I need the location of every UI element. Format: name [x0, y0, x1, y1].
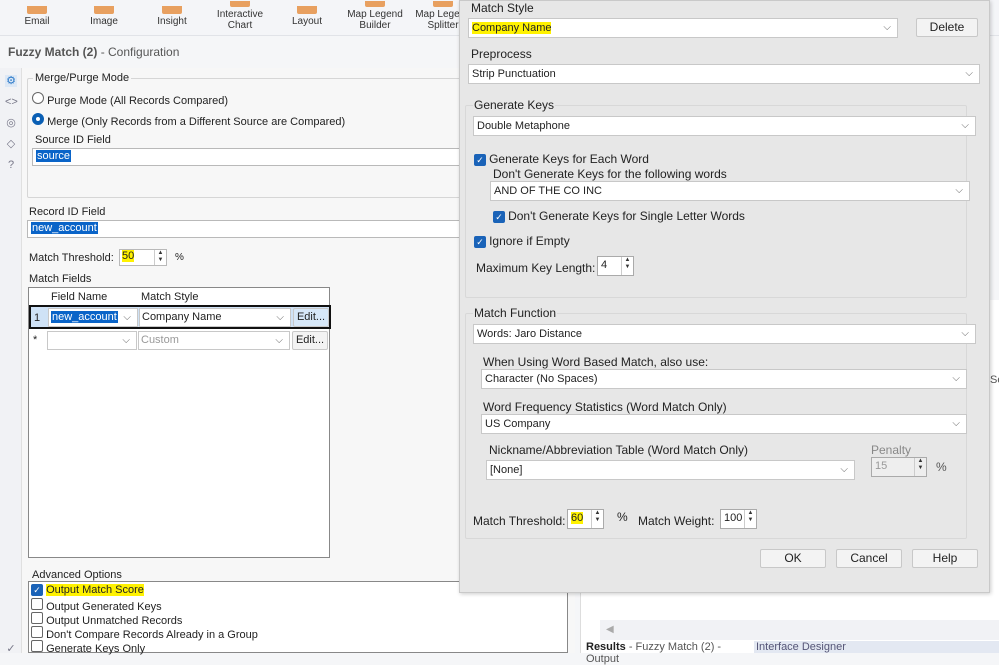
word-based-select[interactable]: Character (No Spaces) ⌵	[481, 369, 967, 389]
chevron-down-icon: ⌵	[840, 464, 848, 475]
record-id-label: Record ID Field	[29, 206, 106, 218]
tool-image[interactable]: Image	[69, 6, 139, 27]
match-style-dialog: Match Style Company Name ⌵ Delete Preproc…	[459, 0, 990, 593]
match-function-select[interactable]: Words: Jaro Distance ⌵	[473, 324, 976, 344]
skip-words-select[interactable]: AND OF THE CO INC ⌵	[490, 181, 970, 201]
generate-keys-label: Generate Keys	[473, 98, 556, 112]
penalty-stepper[interactable]: 15 ▲ ▼	[871, 457, 927, 477]
option-dont-compare-grouped[interactable]: Don't Compare Records Already in a Group	[31, 626, 258, 641]
match-style-select[interactable]: Company Name ⌵	[468, 18, 898, 38]
single-letter-checkbox[interactable]: ✓ Don't Generate Keys for Single Letter …	[493, 209, 745, 223]
match-function-label: Match Function	[473, 306, 558, 320]
nickname-table-select[interactable]: [None] ⌵	[486, 460, 855, 480]
chevron-down-icon: ⌵	[961, 328, 969, 339]
option-output-generated-keys[interactable]: Output Generated Keys	[31, 598, 162, 613]
scroll-left-icon[interactable]: ◀	[606, 624, 614, 635]
edit-button[interactable]: Edit...	[292, 331, 328, 350]
chevron-down-icon: ⌵	[961, 120, 969, 131]
tool-email[interactable]: Email	[2, 6, 72, 27]
chevron-down-icon: ⌵	[123, 312, 131, 323]
tab-interface-designer[interactable]: Interface Designer	[754, 641, 999, 653]
merge-purge-title: Merge/Purge Mode	[33, 72, 132, 84]
chevron-down-icon: ⌵	[883, 22, 891, 33]
table-row[interactable]: * ⌵ Custom ⌵ Edit...	[29, 330, 331, 352]
word-frequency-select[interactable]: US Company ⌵	[481, 414, 967, 434]
chevron-down-icon: ⌵	[276, 312, 284, 323]
chevron-down-icon: ⌵	[122, 335, 130, 346]
spin-arrows-icon[interactable]: ▲ ▼	[154, 250, 166, 265]
column-header-match-style: Match Style	[141, 291, 199, 303]
nickname-table-label: Nickname/Abbreviation Table (Word Match …	[489, 443, 748, 457]
table-row[interactable]: 1 new_account ⌵ Company Name ⌵ Edit...	[29, 305, 331, 329]
edit-button[interactable]: Edit...	[293, 308, 329, 327]
gear-icon[interactable]: ⚙	[5, 75, 17, 87]
help-icon[interactable]: ?	[5, 159, 17, 171]
code-icon[interactable]: <>	[5, 96, 18, 108]
ignore-empty-checkbox[interactable]: ✓ Ignore if Empty	[474, 234, 570, 248]
field-name-dropdown[interactable]: new_account ⌵	[48, 308, 138, 327]
horizontal-scrollbar[interactable]: ◀	[600, 620, 999, 640]
field-name-dropdown[interactable]: ⌵	[47, 331, 137, 350]
chevron-down-icon: ⌵	[965, 68, 973, 79]
tag-icon[interactable]: ◇	[5, 138, 17, 150]
match-style-label: Match Style	[471, 1, 534, 15]
chevron-down-icon: ⌵	[952, 373, 960, 384]
preprocess-label: Preprocess	[471, 47, 532, 61]
generate-keys-select[interactable]: Double Metaphone ⌵	[473, 116, 976, 136]
match-style-dropdown[interactable]: Company Name ⌵	[139, 308, 291, 327]
column-header-field-name: Field Name	[51, 291, 108, 303]
merge-mode-radio[interactable]: Merge (Only Records from a Different Sou…	[32, 113, 345, 128]
skip-words-label: Don't Generate Keys for the following wo…	[493, 167, 727, 181]
ok-button[interactable]: OK	[760, 549, 826, 568]
match-style-dropdown[interactable]: Custom ⌵	[138, 331, 290, 350]
dialog-match-threshold-label: Match Threshold:	[473, 514, 566, 528]
record-id-field[interactable]: new_account	[27, 220, 467, 238]
spin-arrows-icon[interactable]: ▲ ▼	[621, 257, 633, 275]
chevron-down-icon: ⌵	[275, 335, 283, 346]
tool-interactive-chart[interactable]: Interactive Chart	[205, 1, 275, 31]
dialog-match-threshold-stepper[interactable]: 60 ▲ ▼	[567, 509, 604, 529]
word-based-label: When Using Word Based Match, also use:	[483, 355, 709, 369]
cancel-button[interactable]: Cancel	[836, 549, 902, 568]
help-button[interactable]: Help	[912, 549, 978, 568]
source-id-field[interactable]: source	[32, 148, 467, 166]
preprocess-select[interactable]: Strip Punctuation ⌵	[468, 64, 980, 84]
word-frequency-label: Word Frequency Statistics (Word Match On…	[483, 400, 727, 414]
each-word-checkbox[interactable]: ✓ Generate Keys for Each Word	[474, 152, 649, 166]
check-icon[interactable]: ✓	[5, 643, 17, 655]
advanced-options-title: Advanced Options	[32, 569, 122, 581]
match-threshold-label: Match Threshold:	[29, 252, 114, 264]
config-title: Fuzzy Match (2) - Configuration	[8, 45, 180, 59]
match-fields-grid: Field Name Match Style 1 new_account ⌵ Co…	[28, 287, 331, 558]
option-output-unmatched-records[interactable]: Output Unmatched Records	[31, 612, 182, 627]
match-fields-label: Match Fields	[29, 273, 92, 285]
spin-arrows-icon[interactable]: ▲ ▼	[744, 510, 756, 528]
chevron-down-icon: ⌵	[952, 418, 960, 429]
match-threshold-stepper[interactable]: 50 ▲ ▼	[119, 249, 167, 266]
spin-arrows-icon[interactable]: ▲ ▼	[914, 458, 926, 476]
delete-button[interactable]: Delete	[916, 18, 978, 37]
penalty-label: Penalty	[871, 443, 912, 457]
tool-map-legend-builder[interactable]: Map Legend Builder	[340, 1, 410, 31]
tool-layout[interactable]: Layout	[272, 6, 342, 27]
connection-icon[interactable]: ◎	[5, 117, 17, 129]
max-key-length-label: Maximum Key Length:	[476, 261, 596, 275]
match-weight-label: Match Weight:	[638, 514, 715, 528]
match-weight-stepper[interactable]: 100 ▲ ▼	[720, 509, 757, 529]
tool-insight[interactable]: Insight	[137, 6, 207, 27]
chevron-down-icon: ⌵	[955, 185, 963, 196]
source-id-label: Source ID Field	[35, 134, 111, 146]
option-output-match-score[interactable]: ✓ Output Match Score	[31, 584, 144, 596]
max-key-length-stepper[interactable]: 4 ▲ ▼	[597, 256, 634, 276]
spin-arrows-icon[interactable]: ▲ ▼	[591, 510, 603, 528]
config-sidebar: ⚙ <> ◎ ◇ ? ✓	[0, 68, 22, 655]
purge-mode-radio[interactable]: Purge Mode (All Records Compared)	[32, 92, 228, 107]
tab-results[interactable]: Results - Fuzzy Match (2) - Output	[582, 641, 754, 665]
